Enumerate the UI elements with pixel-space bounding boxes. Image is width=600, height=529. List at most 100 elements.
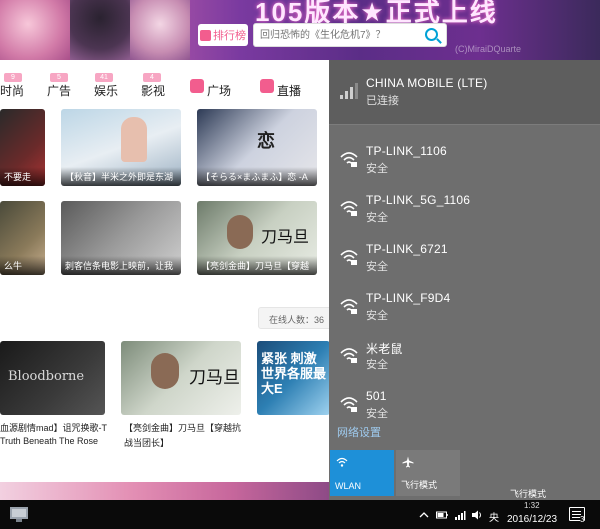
clock-date[interactable]: 2016/12/23 (507, 514, 557, 525)
video-caption: 不要走 (0, 167, 45, 186)
wifi-secured-icon (340, 201, 358, 216)
wifi-network-item[interactable]: TP-LINK_1106 安全 (329, 138, 600, 187)
wifi-network-item[interactable]: 米老鼠 安全 (329, 334, 600, 383)
wlan-toggle-label: WLAN (335, 481, 362, 491)
video-card[interactable]: 刺客信条电影上映前，让我 (61, 201, 181, 275)
divider (329, 124, 600, 125)
video-thumbnail-figure (227, 215, 253, 249)
nav-badge: 41 (95, 73, 113, 82)
wifi-network-name: 501 (366, 389, 387, 403)
video-title[interactable]: 战当团长】 (124, 436, 169, 449)
wifi-secured-icon (340, 250, 358, 265)
airplane-mode-tooltip: 飞行模式 (510, 489, 547, 499)
video-thumbnail-text: 刀马旦 (189, 368, 240, 388)
nav-item-fashion[interactable]: 时尚 (0, 82, 24, 99)
video-card[interactable]: 【秋音】半米之外即是东湖 (61, 109, 181, 186)
connected-network-name: CHINA MOBILE (LTE) (366, 76, 488, 90)
search-input[interactable] (254, 24, 414, 46)
video-thumbnail-text: 刀马旦 (261, 227, 310, 246)
video-card[interactable]: 刀马旦 【亮剑金曲】刀马旦【穿越 (197, 201, 317, 275)
video-thumbnail-text: 恋 (257, 131, 275, 151)
video-thumbnail-text: 紧张 刺激 世界各服最 大E (261, 351, 327, 396)
airplane-mode-label: 飞行模式 (401, 480, 438, 490)
video-caption: 么牛 (0, 256, 45, 275)
wlan-toggle[interactable]: WLAN (330, 450, 394, 496)
square-icon (190, 79, 204, 93)
show-hidden-icons-chevron-icon[interactable] (418, 509, 430, 521)
wifi-network-status: 安全 (366, 212, 388, 224)
volume-icon[interactable] (471, 509, 483, 521)
video-title[interactable]: Truth Beneath The Rose (0, 436, 98, 446)
wifi-secured-icon (340, 299, 358, 314)
nav-badge: 9 (4, 73, 22, 82)
wifi-network-name: TP-LINK_6721 (366, 242, 448, 256)
connected-network-status: 已连接 (366, 95, 399, 107)
video-title[interactable]: 【亮剑金曲】刀马旦【穿越抗 (124, 421, 241, 434)
video-caption: 【亮剑金曲】刀马旦【穿越 (197, 256, 317, 275)
wifi-network-status: 安全 (366, 163, 388, 175)
nav-badge: 5 (50, 73, 68, 82)
wifi-secured-icon (340, 348, 358, 363)
wifi-network-status: 安全 (366, 310, 388, 322)
wifi-network-item[interactable]: TP-LINK_F9D4 安全 (329, 285, 600, 334)
banner-watermark: (C)MiraiDQuarte (455, 44, 522, 54)
nav-item-movies[interactable]: 影视 (141, 82, 165, 99)
banner-character-image (0, 0, 70, 60)
wifi-network-status: 安全 (366, 359, 388, 371)
ranking-button[interactable]: 排行榜 (198, 24, 248, 46)
nav-item-square[interactable]: 广场 (207, 82, 231, 99)
video-thumbnail-text: Bloodborne (8, 369, 85, 384)
clock-time[interactable]: 1:32 (524, 501, 540, 510)
nav-item-live[interactable]: 直播 (277, 82, 301, 99)
ranking-label: 排行榜 (213, 30, 246, 42)
nav-badge: 4 (143, 73, 161, 82)
video-card[interactable]: Bloodborne (0, 341, 105, 415)
wifi-icon (336, 457, 348, 467)
nav-item-entertainment[interactable]: 娱乐 (94, 82, 118, 99)
ranking-icon (200, 29, 211, 41)
site-banner: 105版本★正式上线 排行榜 (C)MiraiDQuarte (0, 0, 600, 60)
video-card[interactable]: 恋 【そらる×まふまふ】恋 -A (197, 109, 317, 186)
nav-item-ads[interactable]: 广告 (47, 82, 71, 99)
airplane-mode-toggle[interactable]: 飞行模式 (396, 450, 460, 496)
notification-count-badge: 3 (580, 515, 585, 524)
banner-character-image (130, 0, 190, 60)
battery-icon[interactable] (436, 509, 448, 521)
video-card[interactable]: 紧张 刺激 世界各服最 大E (257, 341, 330, 415)
airplane-icon (402, 456, 414, 468)
video-card[interactable]: 不要走 (0, 109, 45, 186)
wifi-network-item[interactable]: TP-LINK_6721 安全 (329, 236, 600, 285)
search-icon[interactable] (425, 28, 438, 41)
input-method-indicator[interactable]: 央 (489, 509, 499, 524)
taskbar: 央 1:32 2016/12/23 3 (0, 500, 600, 529)
network-settings-link[interactable]: 网络设置 (337, 424, 381, 440)
wifi-network-name: TP-LINK_5G_1106 (366, 193, 471, 207)
video-caption: 【秋音】半米之外即是东湖 (61, 167, 181, 186)
live-icon (260, 79, 274, 93)
category-nav: 9 时尚 5 广告 41 娱乐 4 影视 广场 直播 (0, 60, 330, 105)
video-caption: 【そらる×まふまふ】恋 -A (197, 167, 317, 186)
video-title[interactable]: 血源剧情mad】诅咒换歌-T (0, 421, 107, 434)
wifi-secured-icon (340, 397, 358, 412)
video-thumbnail-figure (151, 353, 179, 389)
cellular-signal-icon (340, 83, 358, 99)
network-flyout: CHINA MOBILE (LTE) 已连接 TP-LINK_1106 安全 TP-… (329, 60, 600, 500)
banner-character-image (70, 0, 130, 60)
network-signal-icon[interactable] (454, 509, 466, 521)
wifi-network-status: 安全 (366, 261, 388, 273)
online-count: 在线人数：36 (258, 307, 338, 329)
wifi-network-name: TP-LINK_F9D4 (366, 291, 451, 305)
video-grid: 不要走 【秋音】半米之外即是东湖 恋 【そらる×まふまふ】恋 -A 么牛 刺客信… (0, 105, 338, 500)
search-box[interactable] (253, 23, 447, 47)
video-caption: 刺客信条电影上映前，让我 (61, 256, 181, 275)
wifi-network-name: 米老鼠 (366, 342, 403, 356)
wifi-network-name: TP-LINK_1106 (366, 144, 447, 158)
page-bottom-banner (0, 482, 330, 500)
connected-network[interactable]: CHINA MOBILE (LTE) 已连接 (329, 60, 600, 124)
video-thumbnail-figure (121, 117, 147, 162)
video-card[interactable]: 刀马旦 (121, 341, 241, 415)
wifi-secured-icon (340, 152, 358, 167)
video-card[interactable]: 么牛 (0, 201, 45, 275)
wifi-network-item[interactable]: TP-LINK_5G_1106 安全 (329, 187, 600, 236)
computer-app-icon[interactable] (8, 505, 32, 524)
